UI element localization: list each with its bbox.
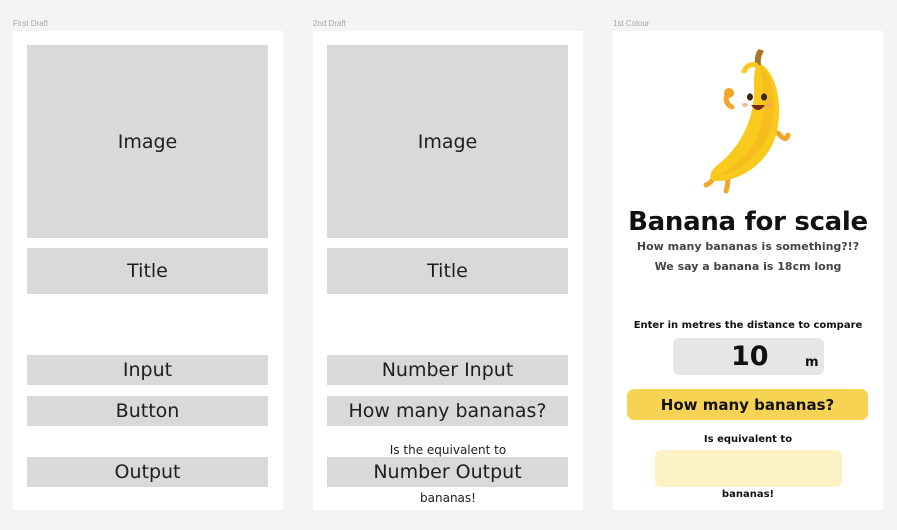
frame-2nd-draft: Image Title Number Input How many banana… (313, 31, 583, 510)
frame-label-2nd-draft: 2nd Draft (313, 19, 346, 28)
input-placeholder: Input (27, 355, 268, 385)
number-output-placeholder: Number Output (327, 457, 568, 487)
banana-count-output (655, 450, 842, 487)
equivalent-label: Is equivalent to (703, 434, 793, 445)
image-placeholder: Image (27, 45, 268, 238)
button-placeholder: Button (27, 396, 268, 426)
subtitle-banana-length: We say a banana is 18cm long (654, 260, 842, 273)
how-many-bananas-button-placeholder: How many bananas? (327, 396, 568, 426)
banana-mascot-icon (698, 45, 798, 195)
bananas-suffix-label: bananas! (721, 489, 775, 500)
distance-input-value: 10 (731, 341, 769, 372)
number-input-placeholder: Number Input (327, 355, 568, 385)
equivalent-text: Is the equivalent to (389, 443, 507, 457)
frame-label-1st-colour: 1st Colour (613, 19, 650, 28)
distance-input-label: Enter in metres the distance to compare (633, 320, 863, 331)
distance-unit-label: m (805, 355, 819, 370)
frame-first-draft: Image Title Input Button Output (13, 31, 283, 510)
subtitle-question: How many bananas is something?!? (636, 240, 860, 253)
how-many-bananas-button[interactable]: How many bananas? (627, 389, 868, 420)
frame-1st-colour: Banana for scale How many bananas is som… (613, 31, 883, 510)
image-placeholder: Image (327, 45, 568, 238)
title-placeholder: Title (27, 248, 268, 294)
output-placeholder: Output (27, 457, 268, 487)
frame-label-first-draft: First Draft (13, 19, 49, 28)
bananas-suffix-text: bananas! (420, 491, 476, 505)
distance-input[interactable]: 10 m (673, 338, 824, 375)
app-title: Banana for scale (628, 207, 868, 237)
title-placeholder: Title (327, 248, 568, 294)
